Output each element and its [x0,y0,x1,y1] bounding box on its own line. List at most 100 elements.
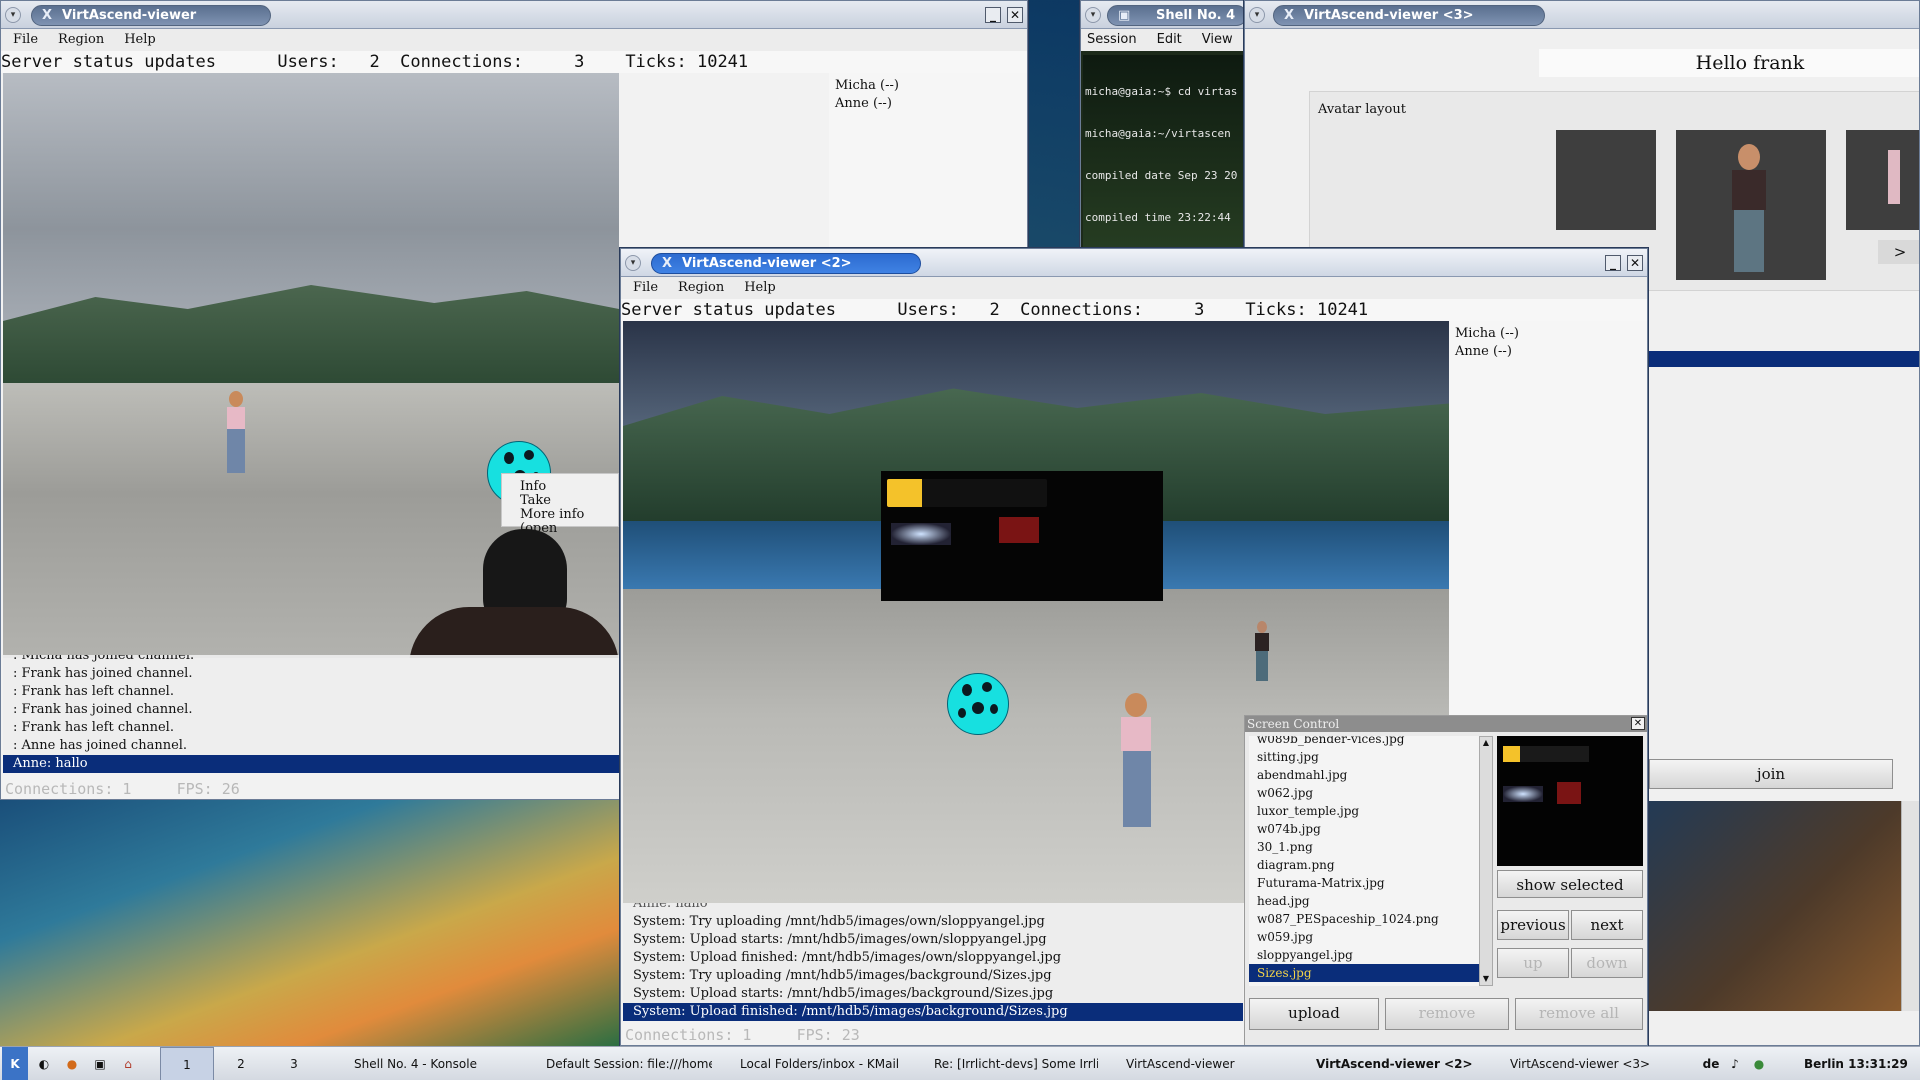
home-icon[interactable]: ⌂ [116,1047,140,1080]
task-viewer-3[interactable]: VirtAscend-viewer <3> [1490,1047,1676,1080]
next-button[interactable]: next [1571,910,1643,940]
task-kmail[interactable]: Local Folders/inbox - KMail [718,1047,904,1080]
clock[interactable]: Berlin 13:31:29 [1804,1047,1920,1080]
avatar-option[interactable] [1846,130,1919,230]
window-title: X VirtAscend-viewer [31,5,271,26]
presentation-screen[interactable] [881,471,1163,601]
task-viewer-2[interactable]: VirtAscend-viewer <2> [1296,1047,1482,1080]
user-item[interactable]: Micha (--) [1455,325,1641,343]
network-icon[interactable]: ● [1748,1047,1770,1080]
image-preview [1497,736,1643,866]
terminal-icon[interactable]: ▣ [88,1047,112,1080]
menu-help[interactable]: Help [124,32,156,47]
avatar-anne[interactable] [221,391,251,477]
context-take[interactable]: Take [520,494,618,508]
file-item[interactable]: abendmahl.jpg [1257,766,1479,784]
minimize-button[interactable]: _ [985,7,1001,23]
solar-system-image [887,479,1047,507]
previous-button[interactable]: previous [1497,910,1569,940]
close-button[interactable]: ✕ [1007,7,1023,23]
menu-file[interactable]: File [633,280,658,295]
upload-button[interactable]: upload [1249,998,1379,1030]
soccer-ball[interactable] [947,673,1009,735]
terminal-icon: ▣ [1118,8,1131,23]
chat-line-selected[interactable]: System: Upload finished: /mnt/hdb5/image… [623,1003,1243,1021]
konqueror-icon[interactable]: ◐ [32,1047,56,1080]
file-list[interactable]: w089b_bender-vices.jpg sitting.jpg abend… [1249,736,1479,986]
desktop-2[interactable]: 2 [216,1047,266,1080]
task-irrlicht-mail[interactable]: Re: [Irrlicht-devs] Some Irrlich... [912,1047,1098,1080]
file-item[interactable]: w059.jpg [1257,928,1479,946]
down-button[interactable]: down [1571,948,1643,978]
user-item[interactable]: Anne (--) [835,95,1021,113]
context-info[interactable]: Info [520,480,618,494]
firefox-icon[interactable]: ● [60,1047,84,1080]
chat-line-selected[interactable]: Anne: hallo [3,755,619,773]
file-item[interactable]: 30_1.png [1257,838,1479,856]
menu-help[interactable]: Help [744,280,776,295]
title-bar[interactable]: ▾ ▣ Shell No. 4 [1081,1,1243,29]
menu-bar: SessionEditViewBo [1081,29,1243,51]
minimize-button[interactable]: _ [1605,255,1621,271]
file-item[interactable]: w089b_bender-vices.jpg [1257,736,1479,748]
desktop-1[interactable]: 1 [160,1047,214,1080]
keyboard-layout-indicator[interactable]: de [1700,1047,1722,1080]
window-menu-button[interactable]: ▾ [1085,7,1101,23]
menu-region[interactable]: Region [678,280,724,295]
menu-edit[interactable]: Edit [1157,32,1182,47]
file-item[interactable]: luxor_temple.jpg [1257,802,1479,820]
3d-viewport[interactable]: Info Take More info (open [3,73,619,658]
window-title: ▣ Shell No. 4 [1107,5,1243,26]
menu-session[interactable]: Session [1087,32,1137,47]
scroll-down-icon[interactable]: ▼ [1480,973,1492,985]
scrollbar[interactable] [1901,801,1919,1011]
avatar-micha[interactable] [1251,621,1273,683]
menu-region[interactable]: Region [58,32,104,47]
close-icon[interactable]: ✕ [1631,717,1645,730]
menu-file[interactable]: File [13,32,38,47]
join-button[interactable]: join [1649,759,1893,789]
taskbar: K ◐ ● ▣ ⌂ 1 2 3 Shell No. 4 - Konsole De… [0,1046,1920,1080]
task-konsole[interactable]: Shell No. 4 - Konsole [332,1047,518,1080]
title-bar[interactable]: ▾ X VirtAscend-viewer <2> _ ✕ [621,249,1647,277]
user-item[interactable]: Anne (--) [1455,343,1641,361]
avatar-anne[interactable] [1111,693,1161,833]
window-title: X VirtAscend-viewer <2> [651,253,921,274]
task-viewer-1[interactable]: VirtAscend-viewer [1106,1047,1292,1080]
scroll-up-icon[interactable]: ▲ [1480,737,1492,749]
file-item[interactable]: w062.jpg [1257,784,1479,802]
title-bar[interactable]: ▾ X VirtAscend-viewer _ ✕ [1,1,1027,29]
file-list-scrollbar[interactable]: ▲ ▼ [1479,736,1493,986]
avatar-option-selected[interactable] [1676,130,1826,280]
file-item[interactable]: sitting.jpg [1257,748,1479,766]
volume-icon[interactable]: ♪ [1724,1047,1746,1080]
title-bar[interactable]: ▾ X VirtAscend-viewer <3> [1245,1,1919,29]
file-item[interactable]: sloppyangel.jpg [1257,946,1479,964]
window-menu-button[interactable]: ▾ [625,255,641,271]
window-menu-button[interactable]: ▾ [1249,7,1265,23]
up-button[interactable]: up [1497,948,1569,978]
galaxy-image [891,523,951,545]
file-item[interactable]: Futurama-Matrix.jpg [1257,874,1479,892]
kde-menu-icon[interactable]: K [2,1047,28,1080]
user-item[interactable]: Micha (--) [835,77,1021,95]
task-konqueror[interactable]: Default Session: file:///home... [526,1047,712,1080]
scene-preview [1649,801,1903,1011]
window-menu-button[interactable]: ▾ [5,7,21,23]
next-avatar-button[interactable]: > [1878,240,1919,264]
avatar-option[interactable] [1556,130,1656,230]
remove-all-button[interactable]: remove all [1515,998,1643,1030]
close-button[interactable]: ✕ [1627,255,1643,271]
remove-button[interactable]: remove [1385,998,1509,1030]
file-item-selected[interactable]: Sizes.jpg [1249,964,1479,982]
menu-view[interactable]: View [1202,32,1233,47]
file-item[interactable]: diagram.png [1257,856,1479,874]
terminal-output[interactable]: micha@gaia:~$ cd virtas micha@gaia:~/vir… [1083,55,1243,251]
file-item[interactable]: w074b.jpg [1257,820,1479,838]
file-item[interactable]: head.jpg [1257,892,1479,910]
desktop-3[interactable]: 3 [268,1047,320,1080]
file-item[interactable]: w087_PESpaceship_1024.png [1257,910,1479,928]
chat-line: System: Try uploading /mnt/hdb5/images/b… [633,968,1052,983]
show-selected-button[interactable]: show selected [1497,870,1643,898]
screen-control-titlebar[interactable]: Screen Control ✕ [1245,716,1647,732]
